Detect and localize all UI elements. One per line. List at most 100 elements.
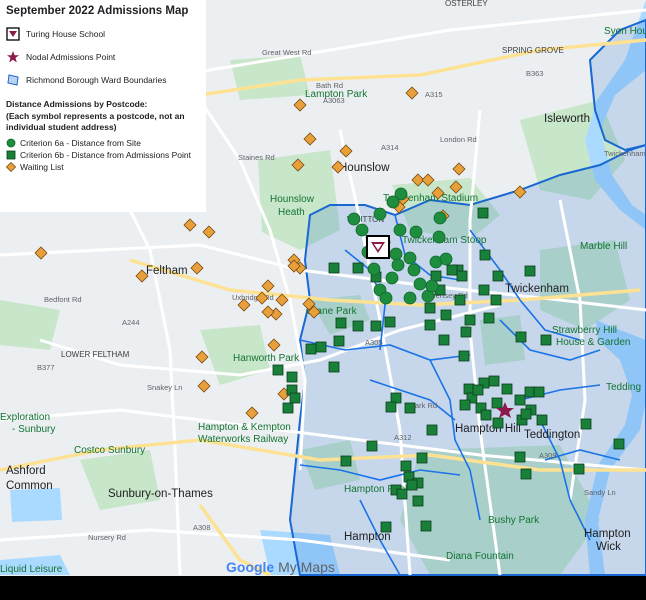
- criterion-6a-marker[interactable]: [433, 211, 447, 225]
- legend-item-waiting-list[interactable]: Waiting List: [6, 162, 200, 172]
- criterion-6b-marker[interactable]: [458, 350, 470, 362]
- criterion-6a-marker[interactable]: [347, 212, 361, 226]
- criterion-6b-marker[interactable]: [478, 284, 490, 296]
- criterion-6b-marker[interactable]: [384, 316, 396, 328]
- school-icon: [6, 27, 20, 41]
- criterion-6b-marker[interactable]: [520, 468, 532, 480]
- criterion-6a-marker[interactable]: [355, 223, 369, 237]
- criterion-6b-marker[interactable]: [533, 386, 545, 398]
- criterion-6a-marker[interactable]: [386, 195, 400, 209]
- criterion-6b-marker[interactable]: [440, 309, 452, 321]
- criterion-6b-marker[interactable]: [472, 384, 484, 396]
- criterion-6b-marker[interactable]: [385, 401, 397, 413]
- criterion-6b-marker[interactable]: [480, 409, 492, 421]
- criterion-6a-marker[interactable]: [409, 225, 423, 239]
- legend-item-nodal-point[interactable]: Nodal Admissions Point: [6, 50, 200, 64]
- criterion-6b-marker[interactable]: [488, 375, 500, 387]
- criterion-6a-marker[interactable]: [385, 271, 399, 285]
- criterion-6b-marker[interactable]: [426, 424, 438, 436]
- criterion-6b-marker[interactable]: [286, 371, 298, 383]
- criterion-6b-marker[interactable]: [491, 397, 503, 409]
- criterion-6b-marker[interactable]: [404, 402, 416, 414]
- criterion-6b-marker[interactable]: [460, 326, 472, 338]
- criterion-6b-marker[interactable]: [464, 314, 476, 326]
- criterion-6b-marker[interactable]: [613, 438, 625, 450]
- criterion-6b-marker[interactable]: [514, 451, 526, 463]
- criterion-6a-marker[interactable]: [403, 251, 417, 265]
- criterion-6a-marker[interactable]: [439, 252, 453, 266]
- criterion-6b-marker[interactable]: [520, 408, 532, 420]
- criterion-6a-marker[interactable]: [391, 258, 405, 272]
- criterion-6b-marker[interactable]: [456, 270, 468, 282]
- criterion-6b-marker[interactable]: [501, 383, 513, 395]
- criterion-6b-marker[interactable]: [459, 399, 471, 411]
- criterion-6b-marker[interactable]: [272, 364, 284, 376]
- criterion-6b-marker[interactable]: [380, 521, 392, 533]
- criterion-6b-marker[interactable]: [370, 320, 382, 332]
- criterion-6a-marker[interactable]: [403, 291, 417, 305]
- criterion-6b-marker[interactable]: [479, 249, 491, 261]
- criterion-6b-marker[interactable]: [524, 265, 536, 277]
- criterion-6b-marker[interactable]: [333, 335, 345, 347]
- criterion-6b-marker[interactable]: [536, 414, 548, 426]
- criterion-6b-marker[interactable]: [446, 264, 458, 276]
- criterion-6b-marker[interactable]: [492, 270, 504, 282]
- criterion-6b-marker[interactable]: [400, 460, 412, 472]
- criterion-6b-marker[interactable]: [515, 331, 527, 343]
- criterion-6b-marker[interactable]: [396, 488, 408, 500]
- svg-text:Teddington: Teddington: [524, 429, 580, 441]
- criterion-6b-marker[interactable]: [463, 383, 475, 395]
- criterion-6b-marker[interactable]: [328, 361, 340, 373]
- criterion-6a-marker[interactable]: [425, 279, 439, 293]
- criterion-6b-marker[interactable]: [514, 394, 526, 406]
- criterion-6b-marker[interactable]: [416, 452, 428, 464]
- criterion-6b-marker[interactable]: [352, 320, 364, 332]
- criterion-6a-marker[interactable]: [393, 223, 407, 237]
- criterion-6b-marker[interactable]: [424, 319, 436, 331]
- criterion-6b-marker[interactable]: [289, 392, 301, 404]
- criterion-6b-marker[interactable]: [366, 440, 378, 452]
- criterion-6b-marker[interactable]: [352, 262, 364, 274]
- criterion-6b-marker[interactable]: [335, 317, 347, 329]
- criterion-6b-marker[interactable]: [390, 392, 402, 404]
- criterion-6b-marker[interactable]: [315, 341, 327, 353]
- legend-label: Waiting List: [20, 162, 64, 172]
- svg-text:A315: A315: [425, 90, 443, 99]
- criterion-6a-marker[interactable]: [367, 262, 381, 276]
- turing-house-school-marker[interactable]: [366, 235, 390, 259]
- green-square-icon: [6, 150, 16, 160]
- criterion-6b-marker[interactable]: [540, 334, 552, 346]
- criterion-6b-marker[interactable]: [305, 343, 317, 355]
- criterion-6b-marker[interactable]: [282, 402, 294, 414]
- criterion-6b-marker[interactable]: [430, 270, 442, 282]
- criterion-6b-marker[interactable]: [490, 294, 502, 306]
- criterion-6b-marker[interactable]: [412, 495, 424, 507]
- criterion-6b-marker[interactable]: [524, 386, 536, 398]
- criterion-6b-marker[interactable]: [420, 520, 432, 532]
- legend-item-criterion-6b[interactable]: Criterion 6b - Distance from Admissions …: [6, 150, 200, 160]
- legend-item-criterion-6a[interactable]: Criterion 6a - Distance from Site: [6, 138, 200, 148]
- criterion-6b-marker[interactable]: [483, 312, 495, 324]
- criterion-6b-marker[interactable]: [454, 294, 466, 306]
- svg-text:B363: B363: [526, 69, 544, 78]
- criterion-6b-marker[interactable]: [573, 463, 585, 475]
- criterion-6b-marker[interactable]: [477, 207, 489, 219]
- criterion-6b-marker[interactable]: [424, 302, 436, 314]
- criterion-6b-marker[interactable]: [406, 479, 418, 491]
- svg-text:Exploration: Exploration: [0, 412, 50, 423]
- legend-item-ward-boundaries[interactable]: Richmond Borough Ward Boundaries: [6, 73, 200, 87]
- criterion-6a-marker[interactable]: [389, 247, 403, 261]
- criterion-6b-marker[interactable]: [580, 418, 592, 430]
- svg-text:Tedding: Tedding: [606, 382, 641, 393]
- criterion-6b-marker[interactable]: [328, 262, 340, 274]
- legend-item-school[interactable]: Turing House School: [6, 27, 200, 41]
- criterion-6b-marker[interactable]: [340, 455, 352, 467]
- criterion-6a-marker[interactable]: [373, 207, 387, 221]
- criterion-6a-marker[interactable]: [413, 277, 427, 291]
- criterion-6a-marker[interactable]: [432, 230, 446, 244]
- criterion-6b-marker[interactable]: [438, 334, 450, 346]
- criterion-6a-marker[interactable]: [379, 291, 393, 305]
- criterion-6b-marker[interactable]: [492, 417, 504, 429]
- criterion-6a-marker[interactable]: [407, 263, 421, 277]
- svg-text:Heath: Heath: [278, 207, 305, 218]
